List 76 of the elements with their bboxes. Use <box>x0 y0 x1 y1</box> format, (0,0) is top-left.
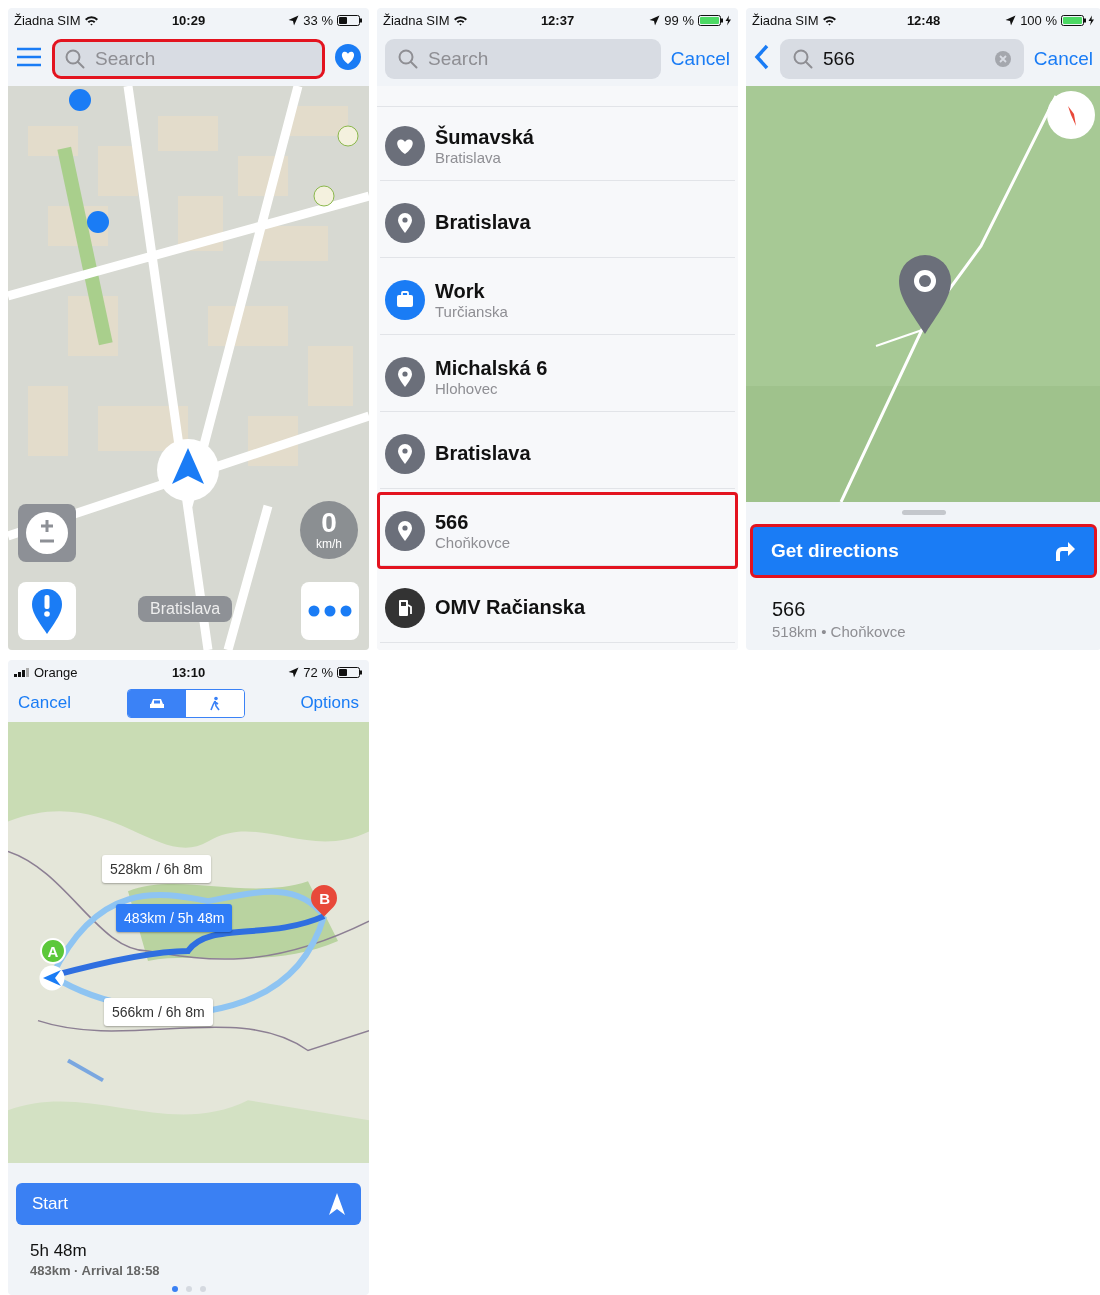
result-title: Work <box>435 279 486 303</box>
result-title: Michalská 6 <box>435 356 548 380</box>
start-button[interactable]: Start <box>16 1183 361 1225</box>
cancel-button[interactable]: Cancel <box>670 48 730 70</box>
speed-unit: km/h <box>316 537 342 551</box>
result-title: Bratislava <box>435 442 531 465</box>
place-title: 566 <box>772 598 807 621</box>
report-button[interactable] <box>18 582 76 640</box>
route-label[interactable]: 528km / 6h 8m <box>102 855 211 883</box>
location-arrow-icon <box>649 14 661 26</box>
search-result[interactable]: Michalská 6 Hlohovec <box>377 338 738 415</box>
options-button[interactable]: Options <box>300 693 359 713</box>
result-subtitle: Turčianska <box>435 302 508 320</box>
result-subtitle: Choňkovce <box>435 533 511 551</box>
route-label[interactable]: 483km / 5h 48m <box>116 904 233 932</box>
result-title: OMV Račianska <box>435 596 586 619</box>
carrier-name: Žiadna SIM <box>383 12 450 28</box>
location-arrow-icon <box>288 666 300 678</box>
search-result[interactable]: OMV Račianska <box>377 569 738 646</box>
cancel-button[interactable]: Cancel <box>18 693 71 713</box>
wifi-icon <box>822 14 838 26</box>
wifi-icon <box>84 14 100 26</box>
battery-percentage: 33 % <box>303 12 333 28</box>
signal-icon <box>14 667 30 677</box>
location-pin-icon <box>385 202 425 243</box>
status-time: 12:48 <box>906 12 941 28</box>
status-time: 13:10 <box>171 664 206 680</box>
route-label[interactable]: 566km / 6h 8m <box>104 998 213 1026</box>
briefcase-icon <box>385 279 425 320</box>
zoom-button[interactable] <box>18 504 76 562</box>
search-result[interactable]: Work Turčianska <box>377 261 738 338</box>
search-result[interactable]: Bratislava <box>377 184 738 261</box>
more-button[interactable] <box>301 582 359 640</box>
carrier-name: Žiadna SIM <box>752 12 819 28</box>
route-duration: 5h 48m <box>30 1241 88 1261</box>
search-icon <box>793 49 813 69</box>
location-arrow-icon <box>1005 14 1017 26</box>
navigation-arrow-icon <box>329 1193 345 1215</box>
search-result[interactable]: 566 Choňkovce <box>377 492 738 569</box>
speed-value: 0 <box>321 509 337 537</box>
result-subtitle: Bratislava <box>435 148 502 166</box>
location-pin-icon <box>385 433 425 474</box>
result-title: Šumavská <box>435 125 534 149</box>
location-pin-icon <box>385 356 425 397</box>
search-icon <box>65 49 85 69</box>
more-icon <box>308 605 352 617</box>
carrier-name: Orange <box>34 664 78 680</box>
page-indicator-dot[interactable] <box>171 1286 178 1292</box>
result-title: 566 <box>435 510 470 534</box>
battery-percentage: 72 % <box>303 664 333 680</box>
battery-percentage: 99 % <box>664 12 694 28</box>
car-mode-tab[interactable] <box>127 689 186 717</box>
route-summary: 483km · Arrival 18:58 <box>30 1263 161 1278</box>
search-result[interactable]: Bratislava <box>377 415 738 492</box>
wifi-icon <box>453 14 469 26</box>
location-pin-icon <box>898 254 952 334</box>
search-field[interactable]: 566 <box>780 39 1024 79</box>
compass-icon[interactable] <box>1046 90 1096 140</box>
carrier-name: Žiadna SIM <box>14 12 81 28</box>
page-indicator-dot[interactable] <box>185 1286 192 1292</box>
location-arrow-icon <box>288 14 300 26</box>
get-directions-button[interactable]: Get directions <box>750 524 1097 578</box>
search-result[interactable]: Šumavská Bratislava <box>377 107 738 184</box>
location-label: Bratislava <box>138 596 233 622</box>
walk-mode-tab[interactable] <box>185 689 244 717</box>
battery-percentage: 100 % <box>1020 12 1057 28</box>
cancel-button[interactable]: Cancel <box>1033 48 1093 70</box>
result-subtitle: Hlohovec <box>435 379 499 397</box>
page-indicator-dot[interactable] <box>199 1286 206 1292</box>
place-details: 518km • Choňkovce <box>772 623 907 640</box>
status-time: 10:29 <box>171 12 206 28</box>
search-icon <box>398 49 418 69</box>
fuel-pump-icon <box>385 587 425 628</box>
location-pin-icon <box>385 510 425 551</box>
status-time: 12:37 <box>540 12 575 28</box>
result-title: Bratislava <box>435 211 531 234</box>
